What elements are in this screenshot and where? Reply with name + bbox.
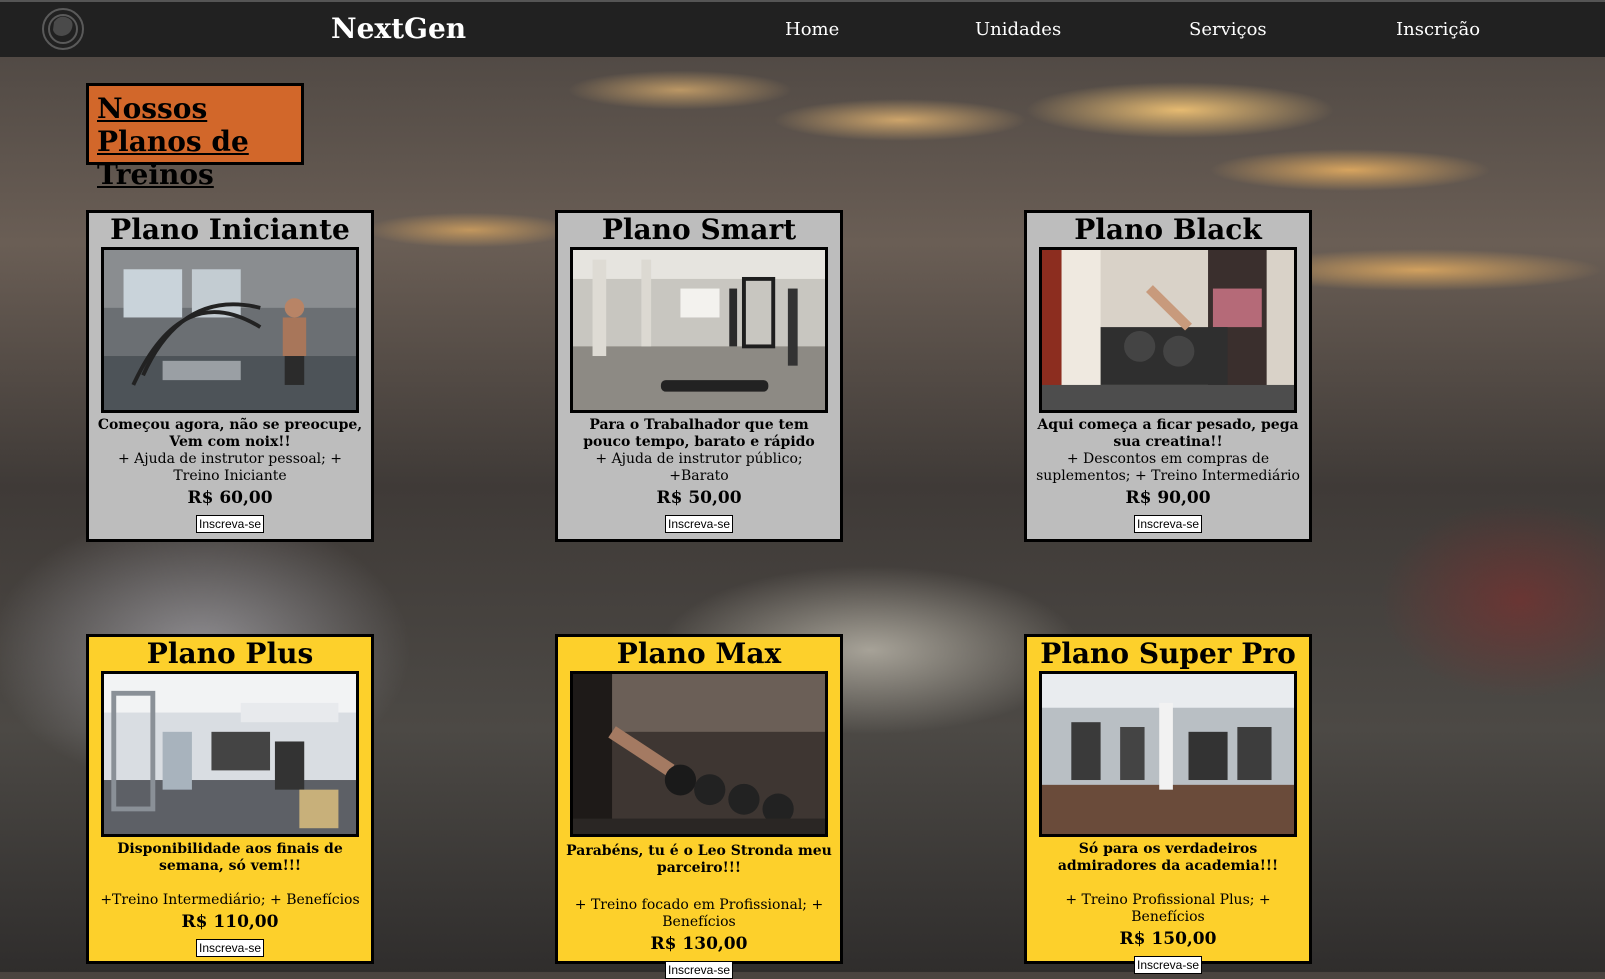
plan-title: Plano Super Pro [1040,637,1296,670]
plan-title: Plano Iniciante [110,213,350,246]
plan-description: Aqui começa a ficar pesado, pega sua cre… [1037,417,1299,450]
subscribe-button[interactable]: Inscreva-se [664,515,734,533]
plan-benefits: + Treino focado em Profissional; + Benef… [574,897,824,930]
brand-name[interactable]: NextGen [331,12,466,45]
plan-title: Plano Plus [146,637,314,670]
plan-card-plus: Plano Plus Disponibilidade aos finais de… [86,634,374,964]
plan-description: Disponibilidade aos finais de semana, só… [117,841,343,874]
section-title-box: Nossos Planos de Treinos [86,83,304,191]
nav-link-unidades[interactable]: Unidades [975,19,1061,40]
subscribe-button[interactable]: Inscreva-se [1133,956,1203,974]
subscribe-button[interactable]: Inscreva-se [1133,515,1203,533]
plan-card-black: Plano Black Aqui começa a ficar pesado, … [1024,210,1312,542]
plan-card-max: Plano Max Parabéns, tu é o Leo Stronda m… [555,634,843,979]
subscribe-button[interactable]: Inscreva-se [664,961,734,979]
plan-benefits: +Treino Intermediário; + Benefícios [100,892,360,908]
plan-description: Parabéns, tu é o Leo Stronda meu parceir… [566,843,832,876]
plan-price: R$ 50,00 [656,488,742,508]
dumbbells-photo [570,671,828,837]
plan-description: Começou agora, não se preocupe, Vem com … [97,417,363,450]
section-title-link[interactable]: Nossos Planos de Treinos [97,92,293,191]
large-gym-photo [1039,671,1297,837]
nav-link-inscricao[interactable]: Inscrição [1396,19,1480,40]
plan-title: Plano Black [1074,213,1262,246]
plan-price: R$ 150,00 [1119,929,1217,949]
plan-card-iniciante: Plano Iniciante Começou agora, não se pr… [86,210,374,542]
plan-benefits: + Ajuda de instrutor pessoal; + Treino I… [117,451,343,484]
plan-price: R$ 130,00 [650,934,748,954]
battle-ropes-gym-photo [101,247,359,413]
dumbbell-rack-photo [1039,247,1297,413]
plan-title: Plano Max [616,637,782,670]
plan-card-smart: Plano Smart Para o Trabalhador que tem p… [555,210,843,542]
plan-price: R$ 110,00 [181,912,279,932]
plan-benefits: + Treino Profissional Plus; + Benefícios [1065,892,1271,925]
plan-price: R$ 60,00 [187,488,273,508]
nav-link-servicos[interactable]: Serviços [1189,19,1267,40]
subscribe-button[interactable]: Inscreva-se [195,515,265,533]
navbar: NextGen Home Unidades Serviços Inscrição [0,0,1605,57]
plan-benefits: + Ajuda de instrutor público; +Barato [595,451,803,484]
subscribe-button[interactable]: Inscreva-se [195,939,265,957]
plan-price: R$ 90,00 [1125,488,1211,508]
fist-logo-icon[interactable] [40,6,86,52]
nav-link-home[interactable]: Home [785,19,839,40]
plan-title: Plano Smart [601,213,797,246]
plan-description: Só para os verdadeiros admiradores da ac… [1057,841,1279,874]
plan-description: Para o Trabalhador que tem pouco tempo, … [583,417,815,450]
plan-benefits: + Descontos em compras de suplementos; +… [1036,451,1300,484]
gym-room-photo [570,247,828,413]
plan-card-super-pro: Plano Super Pro Só para os verdadeiros a… [1024,634,1312,974]
machines-room-photo [101,671,359,837]
